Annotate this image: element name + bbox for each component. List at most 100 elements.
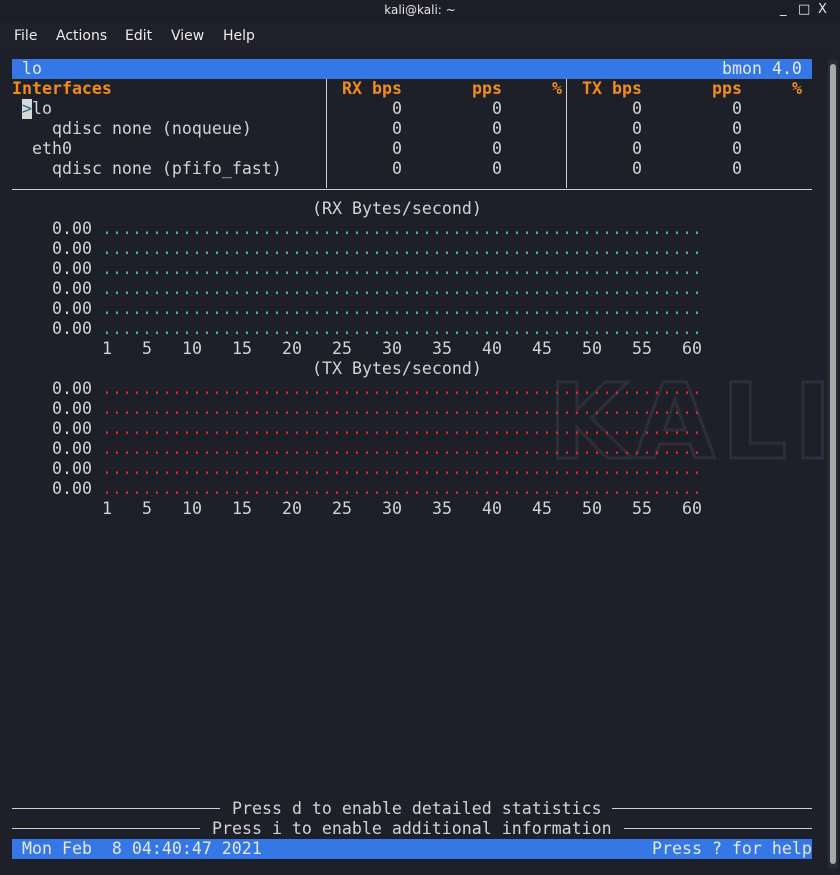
rx-data-point: . bbox=[422, 319, 432, 338]
rx-data-point: . bbox=[352, 299, 362, 318]
tx-data-point: . bbox=[122, 399, 132, 418]
rx-data-point: . bbox=[432, 239, 442, 258]
rx-data-point: . bbox=[612, 239, 622, 258]
rx-data-point: . bbox=[382, 239, 392, 258]
tx-data-point: . bbox=[572, 479, 582, 498]
menu-edit[interactable]: Edit bbox=[125, 28, 152, 44]
tx-data-point: . bbox=[532, 459, 542, 478]
rx-data-point: . bbox=[162, 259, 172, 278]
tx-data-point: . bbox=[572, 419, 582, 438]
tx-data-point: . bbox=[672, 439, 682, 458]
rx-data-point: . bbox=[352, 259, 362, 278]
tx-data-point: . bbox=[342, 459, 352, 478]
tx-data-point: . bbox=[112, 459, 122, 478]
rx-data-point: . bbox=[402, 299, 412, 318]
tx-data-point: . bbox=[652, 439, 662, 458]
tx-data-point: . bbox=[502, 399, 512, 418]
rx-data-point: . bbox=[322, 319, 332, 338]
hint-line bbox=[624, 828, 812, 829]
tx-data-point: . bbox=[322, 419, 332, 438]
tx-data-point: . bbox=[342, 479, 352, 498]
rx-data-point: . bbox=[322, 259, 332, 278]
maximize-button[interactable]: □ bbox=[798, 2, 810, 17]
tx-data-point: . bbox=[642, 399, 652, 418]
scrollbar[interactable] bbox=[828, 60, 838, 868]
y-tick-label: 0.00 bbox=[52, 219, 92, 238]
x-tick-label: 20 bbox=[282, 339, 302, 358]
rx-data-point: . bbox=[202, 239, 212, 258]
rx-data-point: . bbox=[372, 279, 382, 298]
tx-data-point: . bbox=[452, 419, 462, 438]
rx-pps-value: 0 bbox=[492, 139, 502, 158]
tx-data-point: . bbox=[592, 379, 602, 398]
tx-data-point: . bbox=[202, 459, 212, 478]
tx-data-point: . bbox=[162, 479, 172, 498]
tx-data-point: . bbox=[542, 399, 552, 418]
tx-data-point: . bbox=[432, 399, 442, 418]
tx-data-point: . bbox=[412, 479, 422, 498]
tx-data-point: . bbox=[132, 459, 142, 478]
x-tick-label: 25 bbox=[332, 339, 352, 358]
tx-data-point: . bbox=[312, 439, 322, 458]
tx-data-point: . bbox=[152, 459, 162, 478]
close-button[interactable]: X bbox=[818, 2, 827, 17]
rx-data-point: . bbox=[432, 319, 442, 338]
tx-data-point: . bbox=[512, 479, 522, 498]
tx-data-point: . bbox=[362, 379, 372, 398]
menu-view[interactable]: View bbox=[171, 28, 204, 44]
tx-data-point: . bbox=[272, 479, 282, 498]
rx-data-point: . bbox=[472, 219, 482, 238]
tx-data-point: . bbox=[462, 439, 472, 458]
rx-data-point: . bbox=[312, 239, 322, 258]
rx-data-point: . bbox=[222, 239, 232, 258]
tx-data-point: . bbox=[622, 379, 632, 398]
rx-data-point: . bbox=[182, 279, 192, 298]
y-tick-label: 0.00 bbox=[52, 279, 92, 298]
rx-data-point: . bbox=[432, 279, 442, 298]
rx-data-point: . bbox=[622, 319, 632, 338]
rx-data-point: . bbox=[132, 279, 142, 298]
rx-data-point: . bbox=[232, 239, 242, 258]
scrollbar-thumb[interactable] bbox=[830, 64, 836, 864]
tx-data-point: . bbox=[682, 459, 692, 478]
tx-data-point: . bbox=[602, 459, 612, 478]
tx-data-point: . bbox=[482, 439, 492, 458]
tx-data-point: . bbox=[582, 419, 592, 438]
tx-data-point: . bbox=[272, 399, 282, 418]
rx-data-point: . bbox=[392, 259, 402, 278]
rx-data-point: . bbox=[472, 279, 482, 298]
rx-data-point: . bbox=[402, 239, 412, 258]
tx-data-point: . bbox=[542, 479, 552, 498]
menu-help[interactable]: Help bbox=[223, 28, 255, 44]
rx-data-point: . bbox=[172, 219, 182, 238]
tx-data-point: . bbox=[272, 419, 282, 438]
tx-data-point: . bbox=[462, 399, 472, 418]
tx-data-point: . bbox=[102, 439, 112, 458]
menu-file[interactable]: File bbox=[14, 28, 37, 44]
rx-data-point: . bbox=[582, 299, 592, 318]
rx-data-point: . bbox=[662, 279, 672, 298]
tx-data-point: . bbox=[692, 479, 702, 498]
rx-data-point: . bbox=[562, 299, 572, 318]
menu-bar: File Actions Edit View Help bbox=[0, 24, 840, 52]
tx-data-point: . bbox=[632, 379, 642, 398]
tx-data-point: . bbox=[492, 479, 502, 498]
tx-data-point: . bbox=[302, 379, 312, 398]
rx-data-point: . bbox=[652, 239, 662, 258]
rx-data-point: . bbox=[302, 319, 312, 338]
rx-data-point: . bbox=[662, 319, 672, 338]
rx-data-point: . bbox=[352, 219, 362, 238]
tx-data-point: . bbox=[462, 419, 472, 438]
header-tx-pps: pps bbox=[712, 79, 742, 98]
minimize-button[interactable]: _ bbox=[780, 2, 787, 17]
tx-data-point: . bbox=[312, 379, 322, 398]
rx-data-point: . bbox=[582, 239, 592, 258]
tx-data-point: . bbox=[502, 379, 512, 398]
tx-data-point: . bbox=[342, 419, 352, 438]
tx-data-point: . bbox=[382, 459, 392, 478]
rx-data-point: . bbox=[692, 279, 702, 298]
menu-actions[interactable]: Actions bbox=[56, 28, 107, 44]
tx-data-point: . bbox=[602, 439, 612, 458]
rx-data-point: . bbox=[342, 319, 352, 338]
tx-data-point: . bbox=[472, 399, 482, 418]
